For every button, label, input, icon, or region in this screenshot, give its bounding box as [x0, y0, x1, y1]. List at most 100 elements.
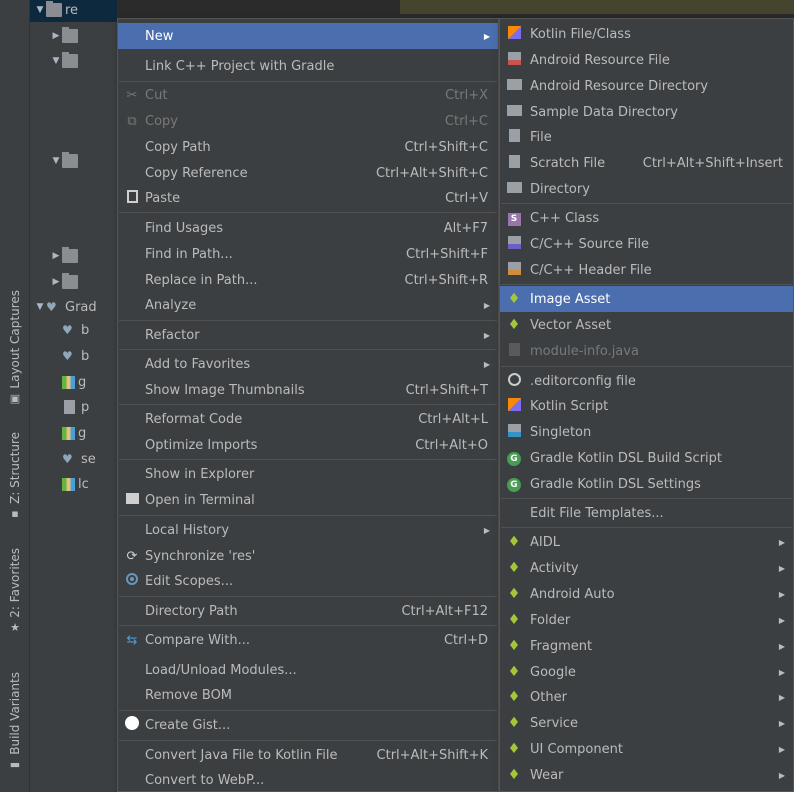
menu-item-copy-reference[interactable]: Copy Reference Ctrl+Alt+Shift+C — [118, 160, 498, 186]
menu-item-remove-bom[interactable]: Remove BOM — [118, 682, 498, 708]
layout-captures-tab[interactable]: Layout Captures ▣ — [0, 290, 30, 405]
collapse-arrow-icon[interactable]: ▶ — [50, 251, 62, 261]
tree-row[interactable]: lc — [30, 472, 89, 496]
menu-item-copy[interactable]: ⧉ Copy Ctrl+C — [118, 108, 498, 134]
menu-item-replace-in-path[interactable]: Replace in Path... Ctrl+Shift+R — [118, 267, 498, 293]
menu-item-file[interactable]: File — [500, 124, 793, 150]
menu-item-vector-asset[interactable]: ♦ Vector Asset — [500, 312, 793, 338]
tree-row[interactable]: p — [30, 395, 89, 419]
menu-item-other[interactable]: ♦ Other ▶ — [500, 684, 793, 710]
menu-item-android-resource-file[interactable]: Android Resource File — [500, 47, 793, 73]
menu-item-directory-path[interactable]: Directory Path Ctrl+Alt+F12 — [118, 598, 498, 624]
menu-item-wear[interactable]: ♦ Wear ▶ — [500, 762, 793, 788]
menu-item-edit-scopes[interactable]: Edit Scopes... — [118, 568, 498, 594]
menu-item-google[interactable]: ♦ Google ▶ — [500, 659, 793, 685]
structure-tab[interactable]: Z: Structure ▪ — [0, 432, 30, 520]
menu-item-label: Copy Path — [145, 139, 211, 155]
tree-row[interactable]: ♥ b — [30, 344, 89, 368]
android-icon: ♦ — [507, 534, 521, 550]
tree-row[interactable]: ▼ — [30, 49, 81, 73]
menu-item-shortcut: Ctrl+Shift+R — [404, 272, 489, 288]
menu-item-kotlin-file-class[interactable]: Kotlin File/Class — [500, 21, 793, 47]
favorites-tab[interactable]: 2: Favorites ★ — [0, 548, 30, 634]
menu-item-c-class[interactable]: S C++ Class — [500, 205, 793, 231]
build-variants-label: Build Variants — [8, 672, 22, 755]
menu-item-open-in-terminal[interactable]: Open in Terminal — [118, 487, 498, 513]
menu-item-image-asset[interactable]: ♦ Image Asset — [500, 286, 793, 312]
menu-item-add-to-favorites[interactable]: Add to Favorites ▶ — [118, 351, 498, 377]
menu-item-find-in-path[interactable]: Find in Path... Ctrl+Shift+F — [118, 241, 498, 267]
tree-row[interactable]: g — [30, 370, 86, 394]
menu-item-label: .editorconfig file — [530, 373, 636, 389]
menu-item-analyze[interactable]: Analyze ▶ — [118, 292, 498, 318]
menu-item-show-in-explorer[interactable]: Show in Explorer — [118, 461, 498, 487]
menu-item-show-image-thumbnails[interactable]: Show Image Thumbnails Ctrl+Shift+T — [118, 377, 498, 403]
tree-row[interactable]: ♥ b — [30, 318, 89, 342]
menu-item-convert-to-webp[interactable]: Convert to WebP... — [118, 767, 498, 792]
tree-row[interactable]: ▼ ♥ Grad — [30, 295, 97, 319]
menu-item-refactor[interactable]: Refactor ▶ — [118, 322, 498, 348]
module-info-icon — [506, 342, 522, 360]
tree-row[interactable]: ▶ — [30, 244, 81, 268]
menu-item-label: Singleton — [530, 424, 592, 440]
menu-item-label: Wear — [530, 767, 564, 783]
menu-item-find-usages[interactable]: Find Usages Alt+F7 — [118, 215, 498, 241]
menu-item-new[interactable]: New ▶ — [118, 23, 498, 49]
menu-item-cut[interactable]: ✂ Cut Ctrl+X — [118, 82, 498, 108]
menu-item-gradle-kotlin-dsl-settings[interactable]: G Gradle Kotlin DSL Settings — [500, 471, 793, 497]
expand-arrow-icon[interactable]: ▼ — [34, 5, 46, 15]
menu-item-paste[interactable]: Paste Ctrl+V — [118, 185, 498, 211]
project-tree: ▼ re ▶ ▼ ▼ ▶ ▶ ▼ ♥ Grad ♥ b ♥ b g p g ♥ se lc — [30, 0, 117, 792]
collapse-arrow-icon[interactable]: ▶ — [50, 31, 62, 41]
menu-item-directory[interactable]: Directory — [500, 176, 793, 202]
menu-item-local-history[interactable]: Local History ▶ — [118, 517, 498, 543]
menu-item-link-c-project-with-gradle[interactable]: Link C++ Project with Gradle — [118, 53, 498, 79]
build-variants-tab[interactable]: Build Variants ▬ — [0, 672, 30, 771]
menu-item-shortcut: Ctrl+Alt+Shift+C — [375, 165, 488, 181]
menu-item-c-c-header-file[interactable]: C/C++ Header File — [500, 257, 793, 283]
tree-row[interactable]: ▶ — [30, 270, 81, 294]
expand-arrow-icon[interactable]: ▼ — [34, 302, 46, 312]
menu-item-ui-component[interactable]: ♦ UI Component ▶ — [500, 736, 793, 762]
tree-row[interactable]: g — [30, 421, 86, 445]
tree-row[interactable]: ▼ — [30, 149, 81, 173]
menu-item-aidl[interactable]: ♦ AIDL ▶ — [500, 529, 793, 555]
menu-item-optimize-imports[interactable]: Optimize Imports Ctrl+Alt+O — [118, 432, 498, 458]
menu-item-scratch-file[interactable]: Scratch File Ctrl+Alt+Shift+Insert — [500, 150, 793, 176]
menu-item-edit-file-templates[interactable]: Edit File Templates... — [500, 500, 793, 526]
menu-item-folder[interactable]: ♦ Folder ▶ — [500, 607, 793, 633]
menu-item-label: Open in Terminal — [145, 492, 255, 508]
menu-item-create-gist[interactable]: Create Gist... — [118, 712, 498, 738]
menu-item-synchronize-res[interactable]: ⟳ Synchronize 'res' — [118, 543, 498, 569]
tree-row[interactable]: ▼ re — [30, 0, 117, 22]
editorconfig-icon — [506, 372, 522, 390]
menu-item-module-info-java[interactable]: module-info.java — [500, 338, 793, 364]
menu-item-activity[interactable]: ♦ Activity ▶ — [500, 555, 793, 581]
tree-row[interactable]: ▶ — [30, 24, 81, 48]
menu-item-label: Image Asset — [530, 291, 611, 307]
menu-item-android-auto[interactable]: ♦ Android Auto ▶ — [500, 581, 793, 607]
menu-item-label: Find in Path... — [145, 246, 233, 262]
menu-item-service[interactable]: ♦ Service ▶ — [500, 710, 793, 736]
expand-arrow-icon[interactable]: ▼ — [50, 156, 62, 166]
menu-item-sample-data-directory[interactable]: Sample Data Directory — [500, 99, 793, 125]
menu-item-gradle-kotlin-dsl-build-script[interactable]: G Gradle Kotlin DSL Build Script — [500, 445, 793, 471]
collapse-arrow-icon[interactable]: ▶ — [50, 277, 62, 287]
menu-item-convert-java-file-to-kotlin-file[interactable]: Convert Java File to Kotlin File Ctrl+Alt… — [118, 742, 498, 768]
menu-item-compare-with[interactable]: ⇆ Compare With... Ctrl+D — [118, 627, 498, 653]
tree-row[interactable]: ♥ se — [30, 447, 96, 471]
cpp-header-icon — [506, 261, 522, 279]
menu-item-singleton[interactable]: Singleton — [500, 419, 793, 445]
android-icon: ♦ — [507, 664, 521, 680]
menu-item-c-c-source-file[interactable]: C/C++ Source File — [500, 231, 793, 257]
expand-arrow-icon[interactable]: ▼ — [50, 56, 62, 66]
menu-item-reformat-code[interactable]: Reformat Code Ctrl+Alt+L — [118, 406, 498, 432]
kotlin-icon — [506, 25, 522, 43]
menu-item-android-resource-directory[interactable]: Android Resource Directory — [500, 73, 793, 99]
menu-item-copy-path[interactable]: Copy Path Ctrl+Shift+C — [118, 134, 498, 160]
submenu-arrow-icon: ▶ — [778, 563, 785, 573]
menu-item-fragment[interactable]: ♦ Fragment ▶ — [500, 633, 793, 659]
menu-item-editorconfig-file[interactable]: .editorconfig file — [500, 368, 793, 394]
menu-item-load-unload-modules[interactable]: Load/Unload Modules... — [118, 657, 498, 683]
menu-item-kotlin-script[interactable]: Kotlin Script — [500, 393, 793, 419]
